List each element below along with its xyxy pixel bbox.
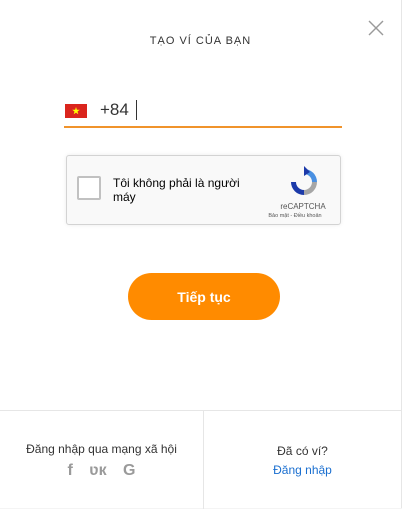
phone-field	[64, 94, 342, 128]
recaptcha-brand: reCAPTCHA	[280, 202, 326, 211]
recaptcha-logo-icon	[288, 166, 320, 198]
text-caret	[136, 100, 137, 120]
phone-input[interactable]	[100, 97, 330, 123]
modal-footer: Đăng nhập qua mạng xã hội f ʋк G Đã có v…	[0, 410, 401, 509]
recaptcha-widget: Tôi không phải là người máy reCAPTCHA Bả…	[66, 155, 341, 225]
social-login-section: Đăng nhập qua mạng xã hội f ʋк G	[0, 411, 204, 509]
social-icons: f ʋк G	[0, 462, 203, 480]
login-link[interactable]: Đăng nhập	[204, 463, 401, 477]
recaptcha-checkbox[interactable]	[77, 176, 101, 200]
facebook-icon[interactable]: f	[67, 462, 72, 480]
social-login-label: Đăng nhập qua mạng xã hội	[26, 442, 177, 456]
have-wallet-text: Đã có ví?	[277, 444, 328, 458]
recaptcha-links[interactable]: Bảo mật - Điều khoản	[251, 213, 339, 219]
close-icon[interactable]	[367, 19, 385, 37]
existing-wallet-section: Đã có ví? Đăng nhập	[204, 411, 401, 509]
google-icon[interactable]: G	[123, 462, 135, 480]
continue-button[interactable]: Tiếp tục	[128, 273, 280, 320]
create-wallet-modal: TẠO VÍ CỦA BẠN Tôi không phải là người m…	[0, 0, 402, 509]
recaptcha-label: Tôi không phải là người máy	[113, 176, 240, 204]
modal-title: TẠO VÍ CỦA BẠN	[149, 35, 252, 47]
vk-icon[interactable]: ʋк	[89, 462, 106, 480]
vietnam-flag-icon[interactable]	[65, 104, 87, 118]
